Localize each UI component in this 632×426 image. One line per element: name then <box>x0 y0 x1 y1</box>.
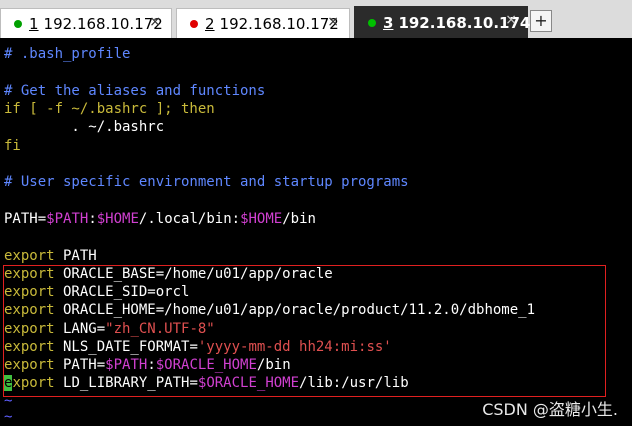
tab-session-2[interactable]: 2 192.168.10.172 × <box>176 8 350 38</box>
code-line-comment: # .bash_profile <box>4 46 131 62</box>
tab-label: 192.168.10.172 <box>219 14 339 33</box>
tab-number: 3 <box>383 13 394 32</box>
tab-session-1[interactable]: 1 192.168.10.172 × <box>0 8 172 38</box>
code-line-export-path: export PATH <box>4 247 97 265</box>
code-line-source: . ~/.bashrc <box>4 119 165 135</box>
tab-number: 1 <box>29 14 39 33</box>
code-var: $HOME <box>96 211 139 227</box>
tab-number: 2 <box>205 14 215 33</box>
highlight-box <box>3 265 606 397</box>
close-icon[interactable]: × <box>505 12 517 28</box>
code-keyword: export <box>4 248 55 264</box>
code-line-fi: fi <box>4 138 21 154</box>
watermark: CSDN @盗糖小生. <box>482 400 618 419</box>
code-text: : <box>88 211 97 227</box>
empty-line-tilde: ~ <box>4 409 13 425</box>
code-line-comment: # Get the aliases and functions <box>4 83 266 99</box>
status-dot-icon <box>368 18 376 27</box>
code-text: PATH <box>54 248 97 264</box>
tab-bar: 1 192.168.10.172 × 2 192.168.10.172 × 3 … <box>0 0 632 38</box>
close-icon[interactable]: × <box>327 14 339 30</box>
code-line-path: PATH=$PATH:$HOME/.local/bin:$HOME/bin <box>4 210 316 228</box>
code-line-if: if [ -f ~/.bashrc ]; then <box>4 101 215 117</box>
close-icon[interactable]: × <box>149 14 161 30</box>
code-var: $PATH <box>46 211 89 227</box>
tab-session-3[interactable]: 3 192.168.10.174 × <box>354 6 530 38</box>
code-var: $HOME <box>240 211 283 227</box>
status-dot-icon <box>14 19 22 28</box>
code-line-comment: # User specific environment and startup … <box>4 174 409 190</box>
status-dot-icon <box>190 19 198 28</box>
tab-label: 192.168.10.172 <box>43 14 163 33</box>
code-text: PATH= <box>4 211 47 227</box>
add-tab-button[interactable]: + <box>530 10 552 32</box>
code-text: /.local/bin: <box>138 211 241 227</box>
code-text: /bin <box>282 211 316 227</box>
